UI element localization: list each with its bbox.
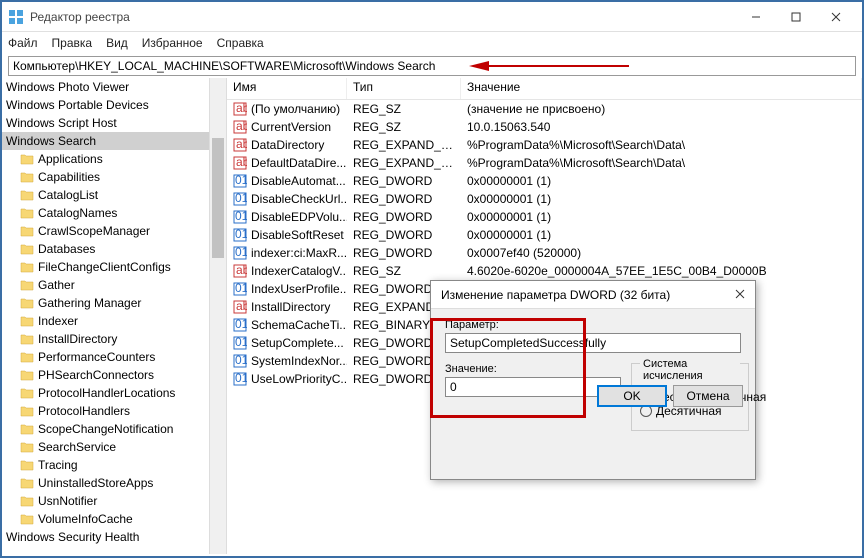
tree-item[interactable]: Capabilities [2,168,226,186]
list-row[interactable]: abCurrentVersionREG_SZ10.0.15063.540 [227,118,862,136]
dialog-titlebar[interactable]: Изменение параметра DWORD (32 бита) [431,281,755,309]
tree-scrollbar[interactable] [209,78,226,554]
tree-item[interactable]: ProtocolHandlers [2,402,226,420]
tree-item[interactable]: CatalogList [2,186,226,204]
tree-item[interactable]: Windows Search [2,132,226,150]
svg-text:011: 011 [235,318,247,331]
dialog-close-icon[interactable] [735,288,745,302]
tree-panel[interactable]: Windows Photo ViewerWindows Portable Dev… [2,78,227,554]
minimize-button[interactable] [736,2,776,32]
tree-item[interactable]: PerformanceCounters [2,348,226,366]
tree-item[interactable]: Windows Script Host [2,114,226,132]
tree-item[interactable]: InstallDirectory [2,330,226,348]
tree-item[interactable]: FileChangeClientConfigs [2,258,226,276]
app-icon [8,9,24,25]
tree-item[interactable]: Tracing [2,456,226,474]
param-label: Параметр: [445,319,741,331]
close-button[interactable] [816,2,856,32]
menu-favorites[interactable]: Избранное [142,36,203,50]
svg-text:ab: ab [236,156,247,169]
tree-item[interactable]: VolumeInfoCache [2,510,226,528]
svg-text:ab: ab [236,138,247,151]
tree-item[interactable]: Applications [2,150,226,168]
list-row[interactable]: abIndexerCatalogV...REG_SZ4.6020e-6020e_… [227,262,862,280]
tree-item[interactable]: Windows Photo Viewer [2,78,226,96]
list-row[interactable]: 011DisableEDPVolu...REG_DWORD0x00000001 … [227,208,862,226]
svg-text:011: 011 [235,354,247,367]
col-name[interactable]: Имя [227,78,347,99]
ok-button[interactable]: OK [597,385,667,407]
menubar: Файл Правка Вид Избранное Справка [2,32,862,54]
list-row[interactable]: 011indexer:ci:MaxR...REG_DWORD0x0007ef40… [227,244,862,262]
address-bar[interactable]: Компьютер\HKEY_LOCAL_MACHINE\SOFTWARE\Mi… [8,56,856,76]
col-value[interactable]: Значение [461,78,862,99]
list-row[interactable]: abDataDirectoryREG_EXPAND_SZ%ProgramData… [227,136,862,154]
tree-item[interactable]: UninstalledStoreApps [2,474,226,492]
dialog-title: Изменение параметра DWORD (32 бита) [441,288,735,302]
titlebar[interactable]: Редактор реестра [2,2,862,32]
annotation-arrow [469,59,629,73]
svg-text:ab: ab [236,120,247,133]
list-row[interactable]: 011DisableCheckUrl...REG_DWORD0x00000001… [227,190,862,208]
tree-item[interactable]: ScopeChangeNotification [2,420,226,438]
list-header: Имя Тип Значение [227,78,862,100]
svg-text:011: 011 [235,192,247,205]
menu-edit[interactable]: Правка [52,36,93,50]
tree-item[interactable]: PHSearchConnectors [2,366,226,384]
tree-item[interactable]: CatalogNames [2,204,226,222]
menu-help[interactable]: Справка [217,36,264,50]
list-row[interactable]: abDefaultDataDire...REG_EXPAND_SZ%Progra… [227,154,862,172]
svg-text:011: 011 [235,228,247,241]
svg-text:011: 011 [235,372,247,385]
svg-text:ab: ab [236,102,247,115]
base-group-title: Система исчисления [640,358,740,382]
address-text: Компьютер\HKEY_LOCAL_MACHINE\SOFTWARE\Mi… [13,59,435,73]
tree-item[interactable]: Indexer [2,312,226,330]
tree-item[interactable]: SearchService [2,438,226,456]
tree-item[interactable]: UsnNotifier [2,492,226,510]
tree-item[interactable]: Databases [2,240,226,258]
edit-dword-dialog: Изменение параметра DWORD (32 бита) Пара… [430,280,756,480]
menu-view[interactable]: Вид [106,36,128,50]
window-title: Редактор реестра [30,10,736,24]
cancel-button[interactable]: Отмена [673,385,743,407]
value-input[interactable]: 0 [445,377,621,397]
maximize-button[interactable] [776,2,816,32]
svg-text:ab: ab [236,264,247,277]
param-input[interactable]: SetupCompletedSuccessfully [445,333,741,353]
tree-item[interactable]: Windows Security Health [2,528,226,546]
svg-text:011: 011 [235,246,247,259]
col-type[interactable]: Тип [347,78,461,99]
tree-item[interactable]: Gather [2,276,226,294]
svg-text:011: 011 [235,336,247,349]
svg-text:011: 011 [235,282,247,295]
svg-text:011: 011 [235,174,247,187]
list-row[interactable]: 011DisableSoftResetREG_DWORD0x00000001 (… [227,226,862,244]
tree-item[interactable]: CrawlScopeManager [2,222,226,240]
svg-text:011: 011 [235,210,247,223]
tree-item[interactable]: Windows Portable Devices [2,96,226,114]
list-row[interactable]: 011DisableAutomat...REG_DWORD0x00000001 … [227,172,862,190]
svg-text:ab: ab [236,300,247,313]
menu-file[interactable]: Файл [8,36,38,50]
list-row[interactable]: ab(По умолчанию)REG_SZ(значение не присв… [227,100,862,118]
tree-item[interactable]: ProtocolHandlerLocations [2,384,226,402]
tree-item[interactable]: Gathering Manager [2,294,226,312]
